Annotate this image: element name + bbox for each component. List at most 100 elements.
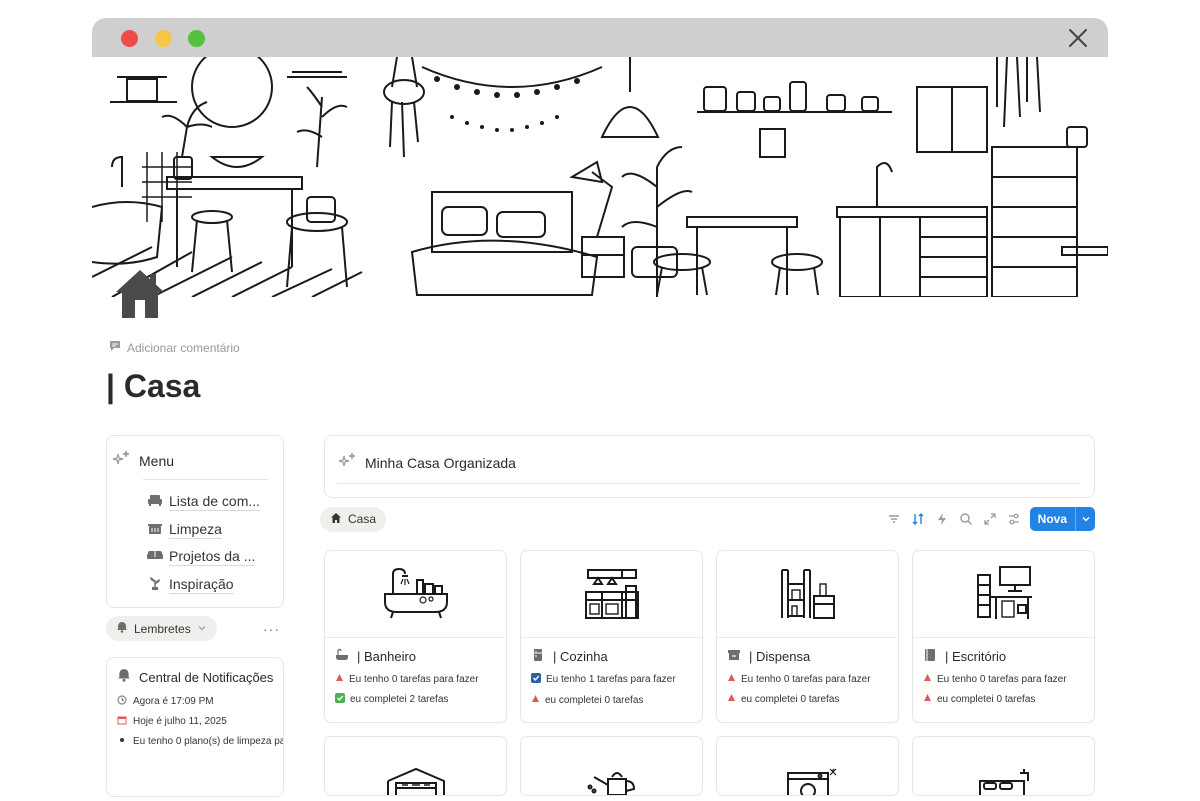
menu-item-label: Inspiração bbox=[169, 575, 234, 594]
window-close-dot[interactable] bbox=[121, 30, 138, 47]
warning-triangle-icon bbox=[923, 673, 932, 685]
watering-can-illustration-icon bbox=[521, 737, 702, 795]
fridge-icon bbox=[531, 648, 545, 665]
room-card-quarto[interactable] bbox=[912, 736, 1095, 796]
room-done: eu completei 0 tarefas bbox=[913, 693, 1094, 705]
filter-icon[interactable] bbox=[886, 511, 902, 527]
room-card-cozinha[interactable]: | Cozinha Eu tenho 1 tarefas para fazer … bbox=[520, 550, 703, 723]
view-tab-casa[interactable]: Casa bbox=[320, 506, 387, 532]
page-title[interactable]: | Casa bbox=[106, 368, 200, 405]
menu-title: Menu bbox=[139, 452, 175, 469]
room-todo: Eu tenho 1 tarefas para fazer bbox=[521, 673, 702, 686]
warning-triangle-icon bbox=[727, 673, 736, 685]
menu-item-limpeza[interactable]: Limpeza bbox=[147, 516, 269, 544]
calendar-icon bbox=[117, 715, 127, 728]
main-heading: Minha Casa Organizada bbox=[337, 452, 1080, 484]
notification-center: Central de Notificações Agora é 17:09 PM… bbox=[106, 657, 284, 797]
bathtub-icon bbox=[335, 648, 349, 665]
chevron-down-icon bbox=[197, 622, 207, 636]
book-icon bbox=[923, 648, 937, 665]
menu-item-label: Projetos da ... bbox=[169, 548, 256, 567]
warning-triangle-icon bbox=[923, 693, 932, 705]
cover-image bbox=[92, 57, 1108, 297]
more-options-button[interactable]: ··· bbox=[263, 621, 280, 637]
reminders-toggle[interactable]: Lembretes bbox=[106, 616, 217, 641]
window-minimize-dot[interactable] bbox=[155, 30, 172, 47]
main-title: Minha Casa Organizada bbox=[365, 454, 516, 471]
close-icon[interactable] bbox=[1066, 26, 1090, 50]
bell-icon bbox=[116, 621, 128, 636]
pantry-illustration-icon bbox=[717, 551, 898, 638]
rooms-gallery: | Banheiro Eu tenho 0 tarefas para fazer… bbox=[324, 550, 1095, 796]
room-todo: Eu tenho 0 tarefas para fazer bbox=[717, 673, 898, 685]
warning-triangle-icon bbox=[335, 673, 344, 685]
window-maximize-dot[interactable] bbox=[188, 30, 205, 47]
menu-list: Lista de com... Limpeza Projetos da ... … bbox=[119, 488, 269, 598]
menu-item-inspiracao[interactable]: Inspiração bbox=[147, 571, 269, 599]
left-column: Menu Lista de com... Limpeza Projetos da… bbox=[106, 435, 284, 797]
room-todo: Eu tenho 0 tarefas para fazer bbox=[913, 673, 1094, 685]
room-card-lavanderia[interactable] bbox=[716, 736, 899, 796]
checkbox-checked-icon bbox=[335, 693, 345, 706]
bullet-icon bbox=[117, 735, 127, 748]
notification-heading: Central de Notificações bbox=[117, 668, 283, 688]
bathroom-illustration-icon bbox=[325, 551, 506, 638]
room-todo: Eu tenho 0 tarefas para fazer bbox=[325, 673, 506, 685]
bed-illustration-icon bbox=[913, 737, 1094, 795]
reminders-label: Lembretes bbox=[134, 621, 191, 636]
room-done: eu completei 2 tarefas bbox=[325, 693, 506, 706]
room-card-garagem[interactable] bbox=[324, 736, 507, 796]
room-card-jardim[interactable] bbox=[520, 736, 703, 796]
reminders-row: Lembretes ··· bbox=[106, 616, 284, 641]
expand-icon[interactable] bbox=[982, 511, 998, 527]
settings-sliders-icon[interactable] bbox=[1006, 511, 1022, 527]
menu-item-label: Lista de com... bbox=[169, 493, 261, 512]
main-column: Minha Casa Organizada Casa Nova | Banhei… bbox=[320, 435, 1095, 796]
room-done: eu completei 0 tarefas bbox=[717, 693, 898, 705]
bell-icon bbox=[117, 668, 131, 688]
sort-icon[interactable] bbox=[910, 511, 926, 527]
window-titlebar bbox=[92, 18, 1108, 57]
app-window: Adicionar comentário | Casa Menu Lista d… bbox=[92, 18, 1108, 801]
search-icon[interactable] bbox=[958, 511, 974, 527]
basket-icon bbox=[147, 521, 163, 538]
warning-triangle-icon bbox=[531, 694, 540, 706]
room-name: | Escritório bbox=[913, 638, 1094, 665]
menu-callout: Menu Lista de com... Limpeza Projetos da… bbox=[106, 435, 284, 608]
couch-icon bbox=[147, 548, 163, 565]
menu-item-projetos[interactable]: Projetos da ... bbox=[147, 543, 269, 571]
add-comment-label: Adicionar comentário bbox=[127, 340, 240, 355]
pantry-box-icon bbox=[727, 648, 741, 665]
office-illustration-icon bbox=[913, 551, 1094, 638]
room-card-dispensa[interactable]: | Dispensa Eu tenho 0 tarefas para fazer… bbox=[716, 550, 899, 723]
comment-icon bbox=[109, 340, 121, 355]
view-tab-label: Casa bbox=[348, 512, 377, 526]
washing-machine-illustration-icon bbox=[717, 737, 898, 795]
house-icon[interactable] bbox=[112, 266, 168, 322]
chevron-down-icon[interactable] bbox=[1075, 507, 1095, 531]
plant-icon bbox=[147, 576, 163, 593]
main-callout: Minha Casa Organizada bbox=[324, 435, 1095, 498]
menu-item-lista[interactable]: Lista de com... bbox=[147, 488, 269, 516]
lightning-icon[interactable] bbox=[934, 511, 950, 527]
new-entry-button[interactable]: Nova bbox=[1029, 507, 1095, 531]
sparkle-icon bbox=[337, 452, 357, 473]
sparkle-icon bbox=[111, 450, 131, 471]
room-done: eu completei 0 tarefas bbox=[521, 694, 702, 706]
checkbox-checked-icon bbox=[531, 673, 541, 686]
clock-icon bbox=[117, 695, 127, 708]
new-entry-label[interactable]: Nova bbox=[1030, 507, 1075, 531]
room-card-escritorio[interactable]: | Escritório Eu tenho 0 tarefas para faz… bbox=[912, 550, 1095, 723]
menu-heading: Menu bbox=[112, 450, 269, 480]
toolbar-actions: Nova bbox=[886, 507, 1095, 531]
add-comment-button[interactable]: Adicionar comentário bbox=[109, 340, 240, 355]
room-card-banheiro[interactable]: | Banheiro Eu tenho 0 tarefas para fazer… bbox=[324, 550, 507, 723]
garage-illustration-icon bbox=[325, 737, 506, 795]
room-name: | Banheiro bbox=[325, 638, 506, 665]
notification-time: Agora é 17:09 PM bbox=[117, 695, 283, 708]
notification-title: Central de Notificações bbox=[139, 670, 274, 685]
room-name: | Dispensa bbox=[717, 638, 898, 665]
warning-triangle-icon bbox=[727, 693, 736, 705]
database-toolbar: Casa Nova bbox=[320, 506, 1095, 532]
house-icon bbox=[330, 512, 342, 527]
